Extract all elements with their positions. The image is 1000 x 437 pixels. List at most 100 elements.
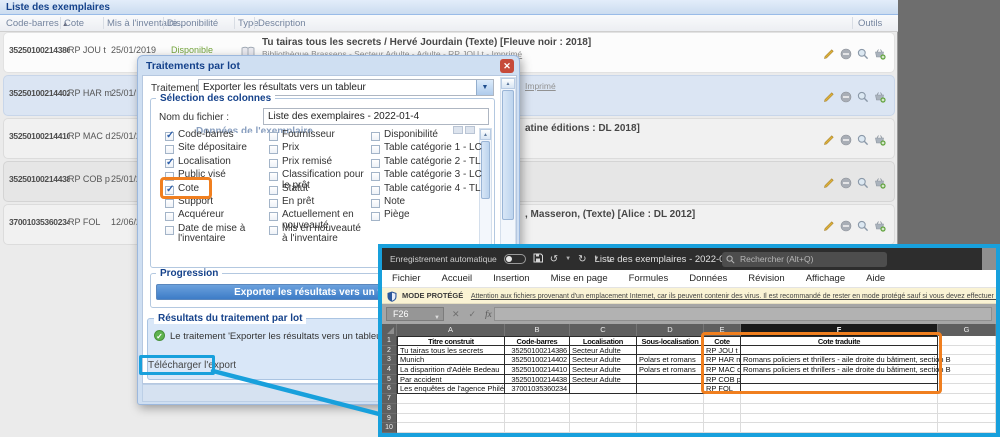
cell-G8[interactable] xyxy=(938,404,996,414)
cell-D10[interactable] xyxy=(637,423,704,433)
cell-C3[interactable]: Secteur Adulte xyxy=(570,355,637,365)
ribbon-tab-fichier[interactable]: Fichier xyxy=(392,273,421,284)
ribbon-tab-affichage[interactable]: Affichage xyxy=(806,273,845,284)
cell-G1[interactable] xyxy=(938,336,996,346)
edit-pencil-icon[interactable] xyxy=(823,133,835,145)
row-number-6[interactable]: 6 xyxy=(382,384,397,394)
row-number-9[interactable]: 9 xyxy=(382,414,397,424)
checkbox[interactable]: ✓ xyxy=(165,132,174,141)
checkbox[interactable] xyxy=(371,199,380,208)
pager-prev-button[interactable] xyxy=(453,126,463,134)
scrollbar-thumb[interactable] xyxy=(502,90,514,220)
cell-C9[interactable] xyxy=(570,414,637,424)
ribbon-tab-mise-en-page[interactable]: Mise en page xyxy=(551,273,608,284)
cell-C4[interactable]: Secteur Adulte xyxy=(570,365,637,375)
column-header-B[interactable]: B xyxy=(505,324,570,336)
cancel-icon[interactable]: ✕ xyxy=(452,307,460,321)
basket-add-icon[interactable] xyxy=(874,219,886,231)
cell-F9[interactable] xyxy=(741,414,938,424)
scroll-up-icon[interactable]: ▲ xyxy=(501,78,515,89)
row-number-4[interactable]: 4 xyxy=(382,365,397,375)
checkbox[interactable] xyxy=(269,199,278,208)
name-box[interactable]: F26▼ xyxy=(386,307,444,321)
checkbox[interactable] xyxy=(165,212,174,221)
checkbox[interactable] xyxy=(165,199,174,208)
fx-icon[interactable]: fx xyxy=(485,307,492,321)
cell-G7[interactable] xyxy=(938,394,996,404)
cell-F8[interactable] xyxy=(741,404,938,414)
cell-C1[interactable]: Localisation xyxy=(570,336,637,346)
row-number-7[interactable]: 7 xyxy=(382,394,397,404)
cell-G10[interactable] xyxy=(938,423,996,433)
checkbox[interactable] xyxy=(269,186,278,195)
cell-B7[interactable] xyxy=(505,394,570,404)
ribbon-tab-aide[interactable]: Aide xyxy=(866,273,885,284)
cell-B4[interactable]: 35250100214410 xyxy=(505,365,570,375)
ribbon-tab-formules[interactable]: Formules xyxy=(629,273,669,284)
cell-D2[interactable] xyxy=(637,346,704,356)
checkbox[interactable] xyxy=(165,226,174,235)
remove-icon[interactable] xyxy=(840,90,852,102)
column-header-C[interactable]: C xyxy=(570,324,637,336)
cell-D1[interactable]: Sous-localisation xyxy=(637,336,704,346)
basket-add-icon[interactable] xyxy=(874,176,886,188)
cell-D9[interactable] xyxy=(637,414,704,424)
checkbox[interactable] xyxy=(269,159,278,168)
checkbox[interactable] xyxy=(269,212,278,221)
chevron-down-icon[interactable]: ▼ xyxy=(476,80,493,95)
checkbox[interactable]: ✓ xyxy=(165,159,174,168)
cell-C6[interactable] xyxy=(570,384,637,394)
cell-E7[interactable] xyxy=(704,394,741,404)
column-header-G[interactable]: G xyxy=(938,324,996,336)
remove-icon[interactable] xyxy=(840,133,852,145)
column-header-cote[interactable]: Cote xyxy=(64,18,84,29)
window-control[interactable] xyxy=(982,248,996,270)
checkbox[interactable] xyxy=(371,132,380,141)
cell-D4[interactable]: Polars et romans xyxy=(637,365,704,375)
cell-B5[interactable]: 35250100214438 xyxy=(505,375,570,385)
cell-B1[interactable]: Code-barres xyxy=(505,336,570,346)
basket-add-icon[interactable] xyxy=(874,90,886,102)
cell-E9[interactable] xyxy=(704,414,741,424)
checkbox[interactable] xyxy=(371,186,380,195)
row-number-1[interactable]: 1 xyxy=(382,336,397,346)
scrollbar-thumb[interactable] xyxy=(481,141,490,199)
cell-A10[interactable] xyxy=(397,423,505,433)
close-icon[interactable]: ✕ xyxy=(500,59,514,73)
edit-pencil-icon[interactable] xyxy=(823,47,835,59)
column-header-disponibilit-[interactable]: Disponibilité xyxy=(167,18,218,29)
cell-G4[interactable] xyxy=(938,365,996,375)
cell-A3[interactable]: Munich xyxy=(397,355,505,365)
row-number-10[interactable]: 10 xyxy=(382,423,397,433)
cell-E10[interactable] xyxy=(704,423,741,433)
cell-G6[interactable] xyxy=(938,384,996,394)
cell-B9[interactable] xyxy=(505,414,570,424)
ribbon-tab-accueil[interactable]: Accueil xyxy=(442,273,473,284)
cell-A6[interactable]: Les enquêtes de l'agence Philée xyxy=(397,384,505,394)
remove-icon[interactable] xyxy=(840,47,852,59)
edit-pencil-icon[interactable] xyxy=(823,219,835,231)
select-all-corner[interactable] xyxy=(382,324,397,336)
edit-pencil-icon[interactable] xyxy=(823,90,835,102)
cell-A4[interactable]: La disparition d'Adèle Bedeau xyxy=(397,365,505,375)
checkbox[interactable] xyxy=(269,226,278,235)
autosave-toggle[interactable] xyxy=(504,254,526,264)
ribbon-tab-donn-es[interactable]: Données xyxy=(689,273,727,284)
magnifier-icon[interactable] xyxy=(857,219,869,231)
checkbox[interactable] xyxy=(371,172,380,181)
checkbox[interactable] xyxy=(371,145,380,154)
column-header-A[interactable]: A xyxy=(397,324,505,336)
cell-C10[interactable] xyxy=(570,423,637,433)
row-number-8[interactable]: 8 xyxy=(382,404,397,414)
checkbox[interactable] xyxy=(371,212,380,221)
row-number-5[interactable]: 5 xyxy=(382,375,397,385)
search-input[interactable]: Rechercher (Alt+Q) xyxy=(722,252,887,267)
cell-E8[interactable] xyxy=(704,404,741,414)
cell-A2[interactable]: Tu tairas tous les secrets xyxy=(397,346,505,356)
formula-input[interactable] xyxy=(494,307,992,321)
enter-icon[interactable]: ✓ xyxy=(469,307,477,321)
cell-G9[interactable] xyxy=(938,414,996,424)
cell-B10[interactable] xyxy=(505,423,570,433)
column-header-D[interactable]: D xyxy=(637,324,704,336)
magnifier-icon[interactable] xyxy=(857,133,869,145)
